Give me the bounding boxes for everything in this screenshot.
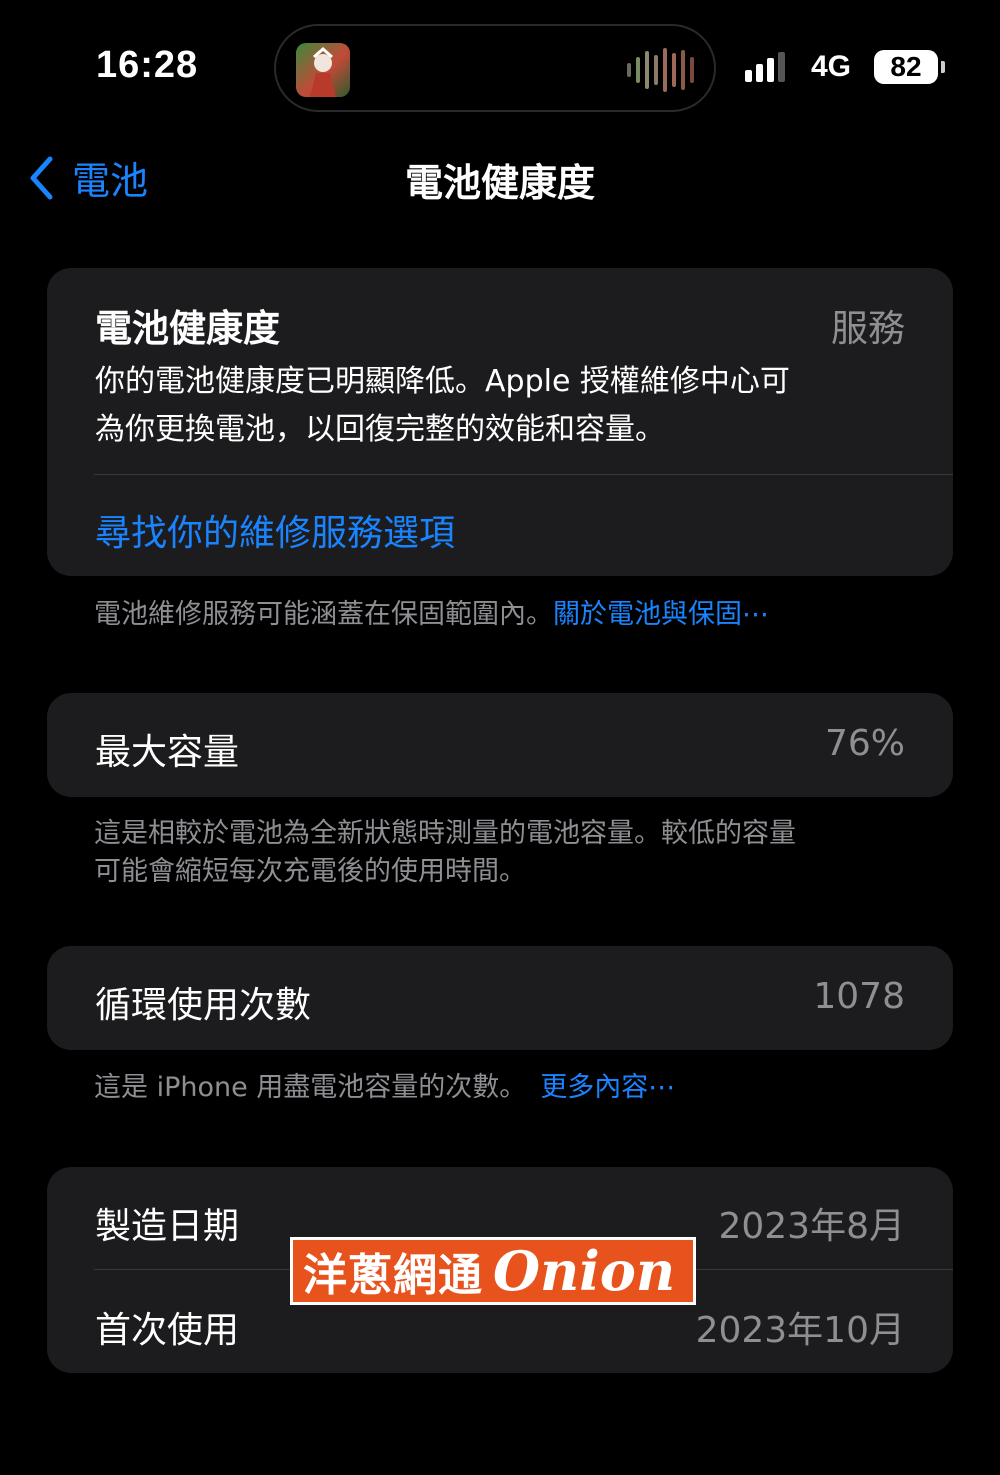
cycle-footer: 這是 iPhone 用盡電池容量的次數。 更多內容⋯: [94, 1069, 914, 1107]
health-description: 你的電池健康度已明顯降低。Apple 授權維修中心可 為你更換電池，以回復完整的…: [95, 358, 893, 454]
capacity-footer-line: 這是相較於電池為全新狀態時測量的電池容量。較低的容量: [94, 818, 796, 849]
find-service-options-link[interactable]: 尋找你的維修服務選項: [95, 504, 455, 556]
health-footer: 電池維修服務可能涵蓋在保固範圍內。關於電池與保固⋯: [94, 596, 914, 634]
cycle-count-row: 循環使用次數 1078: [47, 946, 953, 1050]
capacity-footer-line: 可能會縮短每次充電後的使用時間。: [94, 856, 526, 887]
battery-tip: [941, 61, 945, 73]
max-capacity-label: 最大容量: [95, 732, 240, 773]
onion-watermark-logo: 洋蔥網通 Onion: [290, 1237, 696, 1305]
manufacture-date-value: 2023年8月: [718, 1206, 905, 1247]
battery-warranty-link[interactable]: 關於電池與保固⋯: [553, 599, 769, 630]
cycle-count-label: 循環使用次數: [95, 985, 312, 1026]
network-type: 4G: [811, 50, 852, 83]
watermark-chinese: 洋蔥網通: [303, 1250, 483, 1301]
page-title: 電池健康度: [404, 161, 595, 205]
audio-waveform-icon: [627, 48, 694, 92]
cycle-count-value: 1078: [813, 976, 905, 1017]
manufacture-date-label: 製造日期: [95, 1206, 240, 1247]
capacity-footer: 這是相較於電池為全新狀態時測量的電池容量。較低的容量 可能會縮短每次充電後的使用…: [94, 815, 914, 891]
watermark-english: Onion: [493, 1239, 676, 1303]
more-info-link[interactable]: 更多內容⋯: [540, 1072, 675, 1103]
status-time: 16:28: [96, 44, 199, 86]
health-description-line: 為你更換電池，以回復完整的效能和容量。: [95, 412, 665, 447]
first-use-label: 首次使用: [95, 1310, 240, 1351]
health-description-line: 你的電池健康度已明顯降低。Apple 授權維修中心可: [95, 364, 790, 399]
signal-bars-icon: [745, 52, 785, 82]
health-status: 服務: [831, 307, 905, 350]
battery-icon: 82: [874, 50, 938, 84]
first-use-value: 2023年10月: [695, 1310, 905, 1351]
cycle-footer-text: 這是 iPhone 用盡電池容量的次數。: [94, 1072, 527, 1103]
max-capacity-value: 76%: [824, 723, 905, 764]
health-footer-text: 電池維修服務可能涵蓋在保固範圍內。: [94, 599, 553, 630]
max-capacity-row: 最大容量 76%: [47, 693, 953, 797]
divider: [94, 474, 953, 475]
battery-health-card: 電池健康度 服務 你的電池健康度已明顯降低。Apple 授權維修中心可 為你更換…: [47, 268, 953, 576]
dynamic-island[interactable]: [274, 24, 716, 112]
album-art-icon[interactable]: [296, 43, 350, 97]
health-title: 電池健康度: [95, 307, 280, 350]
